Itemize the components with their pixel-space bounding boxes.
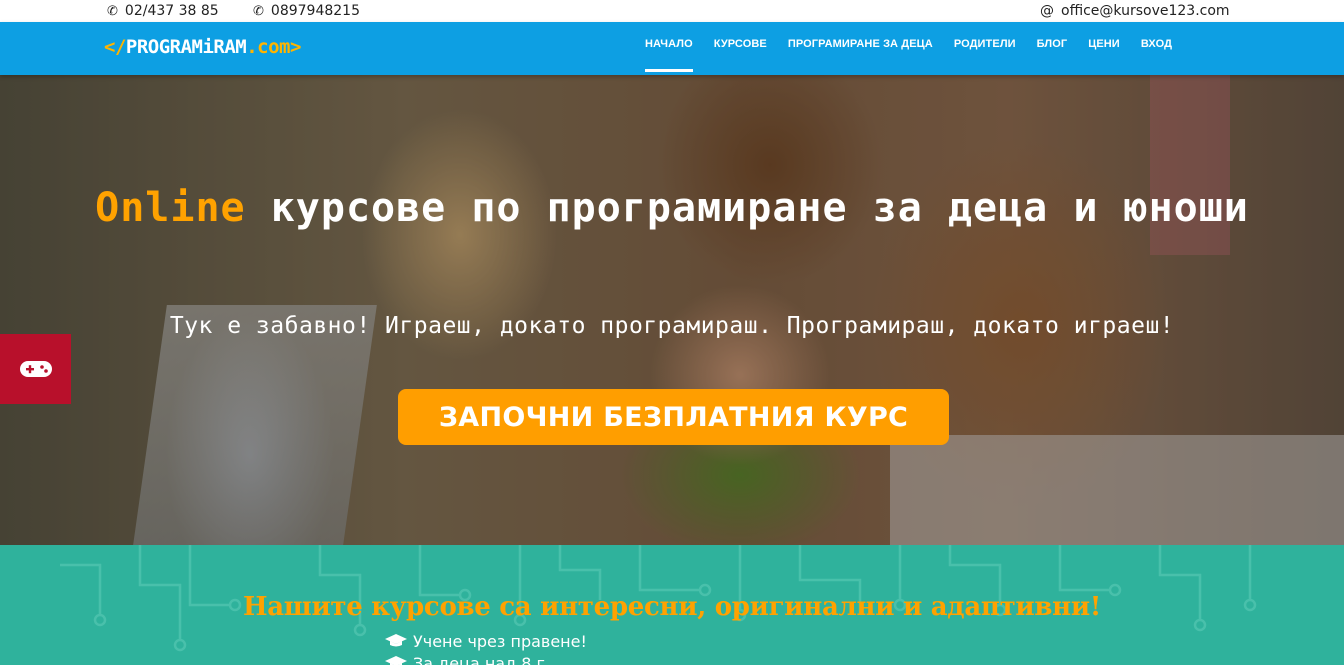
phone-contact-1[interactable]: ✆ 02/437 38 85: [107, 3, 219, 19]
phone-number-2[interactable]: 0897948215: [271, 3, 360, 19]
main-navbar: </ PROGRAMiRAM .com > НАЧАЛО КУРСОВЕ ПРО…: [0, 22, 1344, 75]
logo-open-tag: </: [104, 36, 126, 58]
email-address[interactable]: office@kursove123.com: [1061, 3, 1230, 19]
nav-item-home[interactable]: НАЧАЛО: [645, 38, 693, 72]
phone-contact-2[interactable]: ✆ 0897948215: [253, 3, 360, 19]
features-section: Нашите курсове са интересни, оригинални …: [0, 545, 1344, 665]
list-item: Учене чрез правене!: [385, 630, 587, 652]
hero-photo-overlay: [0, 75, 1344, 545]
logo-domain: .com: [246, 36, 290, 58]
main-menu: НАЧАЛО КУРСОВЕ ПРОГРАМИРАНЕ ЗА ДЕЦА РОДИ…: [645, 38, 1172, 72]
nav-item-parents[interactable]: РОДИТЕЛИ: [954, 38, 1016, 56]
features-title: Нашите курсове са интересни, оригинални …: [242, 592, 1102, 622]
phone-icon: ✆: [253, 3, 264, 19]
nav-item-login[interactable]: ВХОД: [1141, 38, 1172, 56]
nav-item-programming-for-kids[interactable]: ПРОГРАМИРАНЕ ЗА ДЕЦА: [788, 38, 933, 56]
phone-icon: ✆: [107, 3, 118, 19]
top-contact-bar: ✆ 02/437 38 85 ✆ 0897948215 @ office@kur…: [0, 0, 1344, 22]
nav-item-courses[interactable]: КУРСОВЕ: [714, 38, 767, 56]
phone-number-1[interactable]: 02/437 38 85: [125, 3, 219, 19]
hero-subtitle: Тук е забавно! Играеш, докато програмира…: [169, 313, 1175, 339]
email-contact[interactable]: @ office@kursove123.com: [1040, 3, 1230, 19]
feature-text: Учене чрез правене!: [413, 631, 587, 651]
feature-list: Учене чрез правене! За деца над 8 г.: [385, 630, 587, 665]
logo-name: PROGRAMiRAM: [125, 36, 247, 58]
start-free-course-button[interactable]: ЗАПОЧНИ БЕЗПЛАТНИЯ КУРС: [398, 389, 949, 445]
nav-item-blog[interactable]: БЛОГ: [1037, 38, 1068, 56]
hero-title: Online курсове по програмиране за деца и…: [80, 178, 1264, 238]
hero-title-text: курсове по програмиране за деца и юноши: [245, 185, 1249, 231]
feature-text: За деца над 8 г.: [413, 653, 551, 665]
at-icon: @: [1040, 3, 1054, 19]
graduation-cap-icon: [385, 656, 407, 665]
nav-item-prices[interactable]: ЦЕНИ: [1088, 38, 1120, 56]
hero-section: Online курсове по програмиране за деца и…: [0, 75, 1344, 545]
graduation-cap-icon: [385, 634, 407, 647]
gamepad-icon: [19, 361, 52, 377]
list-item: За деца над 8 г.: [385, 652, 587, 665]
game-side-button[interactable]: [0, 334, 71, 404]
logo-close-tag: >: [290, 36, 301, 58]
hero-title-accent: Online: [95, 185, 246, 231]
site-logo[interactable]: </ PROGRAMiRAM .com >: [104, 36, 301, 58]
